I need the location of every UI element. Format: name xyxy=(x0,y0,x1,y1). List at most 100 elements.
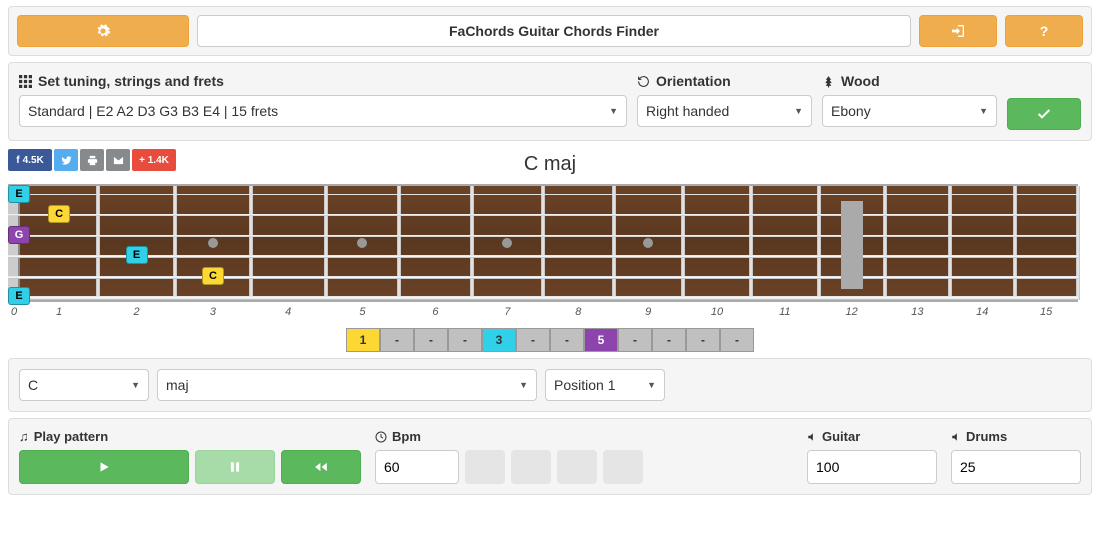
fret-number: 8 xyxy=(543,306,613,318)
string xyxy=(8,296,1078,300)
fret-wire xyxy=(173,186,177,300)
tuning-label: Set tuning, strings and frets xyxy=(19,73,627,89)
orientation-select[interactable]: Right handed ▼ xyxy=(637,95,812,127)
position-value: Position 1 xyxy=(554,377,615,393)
interval-cell[interactable]: - xyxy=(720,328,754,352)
interval-cell[interactable]: - xyxy=(414,328,448,352)
interval-cell[interactable]: - xyxy=(618,328,652,352)
login-button[interactable] xyxy=(919,15,997,47)
gear-icon xyxy=(95,23,111,39)
open-note[interactable]: E xyxy=(8,185,30,203)
print-button[interactable] xyxy=(80,149,104,171)
drums-volume-input[interactable] xyxy=(951,450,1081,484)
interval-cell[interactable]: 3 xyxy=(482,328,516,352)
fretboard[interactable]: EGECEC xyxy=(8,184,1078,302)
app-title: FaChords Guitar Chords Finder xyxy=(197,15,911,47)
grid-icon xyxy=(19,75,32,88)
fret-wire xyxy=(948,186,952,300)
login-icon xyxy=(950,23,966,39)
fret-number: 0 xyxy=(8,306,20,318)
twitter-share-button[interactable] xyxy=(54,149,78,171)
interval-cell[interactable]: - xyxy=(686,328,720,352)
fret-number: 1 xyxy=(20,306,98,318)
rotate-icon xyxy=(637,75,650,88)
open-note[interactable]: G xyxy=(8,226,30,244)
interval-cell[interactable]: - xyxy=(516,328,550,352)
music-icon: ♫ xyxy=(19,429,29,444)
interval-cell[interactable]: - xyxy=(448,328,482,352)
volume-icon xyxy=(807,432,817,442)
fret-number: 15 xyxy=(1014,306,1077,318)
string xyxy=(8,235,1078,237)
fretted-note[interactable]: E xyxy=(126,246,148,264)
fret-wire xyxy=(541,186,545,300)
guitar-volume-input[interactable] xyxy=(807,450,937,484)
root-note-select[interactable]: C ▼ xyxy=(19,369,149,401)
print-icon xyxy=(87,155,98,166)
chord-type-select[interactable]: maj ▼ xyxy=(157,369,537,401)
fret-number: 14 xyxy=(950,306,1014,318)
fret-wire xyxy=(1013,186,1017,300)
fret-numbers: 0123456789101112131415 xyxy=(8,306,1092,318)
clock-icon xyxy=(375,431,387,443)
beat-indicator xyxy=(465,450,505,484)
settings-button[interactable] xyxy=(17,15,189,47)
email-button[interactable] xyxy=(106,149,130,171)
chord-type-value: maj xyxy=(166,377,189,393)
interval-cell[interactable]: 5 xyxy=(584,328,618,352)
beat-indicator xyxy=(511,450,551,484)
top-bar: FaChords Guitar Chords Finder ? xyxy=(8,6,1092,56)
play-button[interactable] xyxy=(19,450,189,484)
fret-wire xyxy=(883,186,887,300)
fret-wire xyxy=(96,186,100,300)
wood-value: Ebony xyxy=(831,103,871,119)
interval-cell[interactable]: - xyxy=(380,328,414,352)
tuning-select[interactable]: Standard | E2 A2 D3 G3 B3 E4 | 15 frets … xyxy=(19,95,627,127)
fretboard-section: EGECEC 0123456789101112131415 xyxy=(8,184,1092,318)
fret-number: 9 xyxy=(613,306,682,318)
interval-cell[interactable]: 1 xyxy=(346,328,380,352)
drums-volume-label: Drums xyxy=(951,429,1081,444)
bpm-input[interactable] xyxy=(375,450,459,484)
fret-number: 10 xyxy=(683,306,751,318)
position-select[interactable]: Position 1 ▼ xyxy=(545,369,665,401)
help-button[interactable]: ? xyxy=(1005,15,1083,47)
rewind-button[interactable] xyxy=(281,450,361,484)
play-panel: ♫ Play pattern Bpm xyxy=(8,418,1092,495)
fret-wire xyxy=(470,186,474,300)
string xyxy=(8,194,1078,195)
fret-number: 4 xyxy=(251,306,326,318)
interval-cell[interactable]: - xyxy=(550,328,584,352)
fret-number: 13 xyxy=(885,306,950,318)
fretted-note[interactable]: C xyxy=(202,267,224,285)
twitter-icon xyxy=(61,155,72,166)
orientation-value: Right handed xyxy=(646,103,729,119)
fretted-note[interactable]: C xyxy=(48,205,70,223)
fret-wire xyxy=(397,186,401,300)
bpm-label: Bpm xyxy=(375,429,775,444)
pause-button[interactable] xyxy=(195,450,275,484)
fret-wire xyxy=(681,186,685,300)
email-icon xyxy=(113,155,124,166)
pause-icon xyxy=(228,460,242,474)
interval-strip: 1---3--5---- xyxy=(0,328,1100,352)
guitar-volume-label: Guitar xyxy=(807,429,937,444)
fret-inlay xyxy=(502,238,512,248)
fret-number: 11 xyxy=(751,306,818,318)
fret-wire xyxy=(324,186,328,300)
root-note-value: C xyxy=(28,377,38,393)
string xyxy=(8,276,1078,279)
orientation-label: Orientation xyxy=(637,73,812,89)
chevron-down-icon: ▼ xyxy=(609,106,618,116)
interval-cell[interactable]: - xyxy=(652,328,686,352)
share-count-button[interactable]: + 1.4K xyxy=(132,149,176,171)
play-pattern-label: ♫ Play pattern xyxy=(19,429,361,444)
open-note[interactable]: E xyxy=(8,287,30,305)
apply-button[interactable] xyxy=(1007,98,1081,130)
beat-indicator xyxy=(603,450,643,484)
fret-number: 7 xyxy=(472,306,543,318)
chevron-down-icon: ▼ xyxy=(979,106,988,116)
wood-select[interactable]: Ebony ▼ xyxy=(822,95,997,127)
fret-number: 5 xyxy=(326,306,400,318)
facebook-share-button[interactable]: f4.5K xyxy=(8,149,52,171)
